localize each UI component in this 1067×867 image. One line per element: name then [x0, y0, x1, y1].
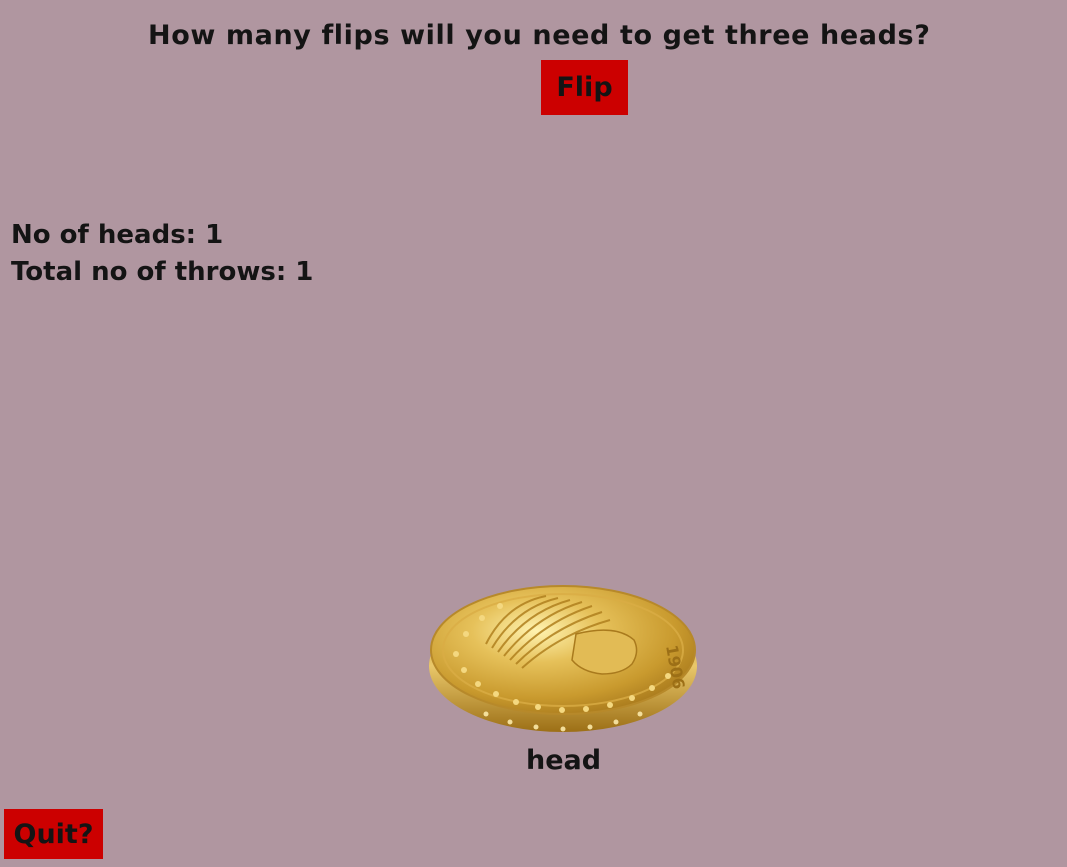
profile-face [571, 629, 638, 675]
throws-count: Total no of throws: 1 [11, 257, 314, 287]
game-window: How many flips will you need to get thre… [0, 0, 1067, 867]
coin-result-label: head [526, 745, 602, 776]
question-title: How many flips will you need to get thre… [148, 20, 931, 51]
flip-button[interactable]: Flip [541, 60, 628, 115]
gold-coin-image: 1906 [429, 585, 697, 732]
heads-count: No of heads: 1 [11, 220, 224, 250]
quit-button[interactable]: Quit? [4, 809, 103, 859]
coin-face [430, 585, 696, 715]
